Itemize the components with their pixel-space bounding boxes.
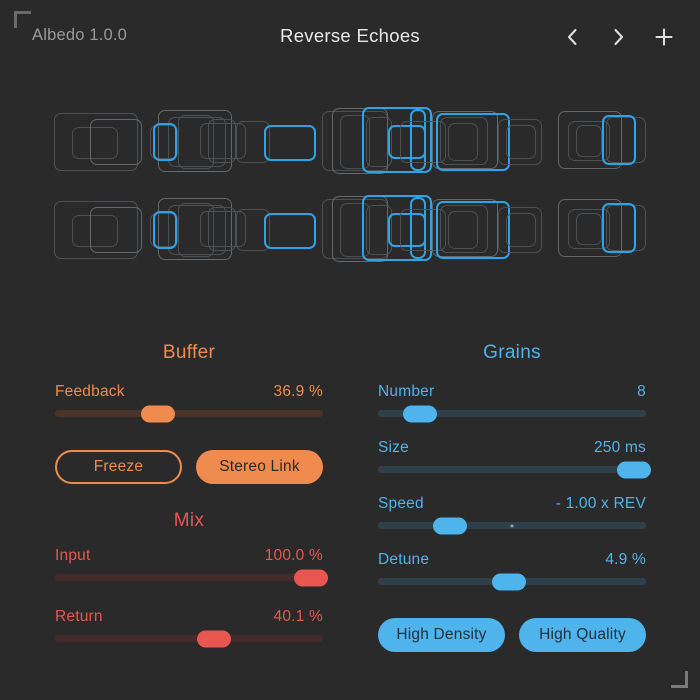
size-slider-thumb[interactable] (616, 461, 651, 478)
add-preset-button[interactable] (650, 22, 678, 52)
speed-label: Speed (378, 495, 424, 512)
preset-navigation (558, 22, 678, 52)
detune-label: Detune (378, 551, 430, 568)
speed-parameter: Speed - 1.00 x REV (378, 495, 646, 539)
grain-window (506, 213, 536, 247)
input-parameter: Input 100.0 % (55, 547, 328, 591)
grain-window (208, 119, 236, 163)
feedback-label: Feedback (55, 383, 125, 400)
return-slider[interactable] (55, 630, 323, 647)
detune-slider[interactable] (378, 573, 646, 590)
plugin-window: Albedo 1.0.0 Reverse Echoes Buffer Feedb… (0, 0, 700, 700)
grains-toggle-row: High Density High Quality (378, 618, 646, 652)
grain-window (90, 207, 142, 253)
return-slider-thumb[interactable] (197, 630, 232, 647)
input-value: 100.0 % (264, 547, 323, 564)
input-slider[interactable] (55, 569, 328, 586)
detune-slider-thumb[interactable] (492, 573, 527, 590)
grain-window (602, 115, 636, 165)
number-value: 8 (637, 383, 646, 400)
stereo-link-button[interactable]: Stereo Link (196, 450, 323, 484)
input-label: Input (55, 547, 91, 564)
grain-window (602, 203, 636, 253)
high-density-button[interactable]: High Density (378, 618, 505, 652)
feedback-parameter: Feedback 36.9 % (55, 383, 323, 427)
freeze-button[interactable]: Freeze (55, 450, 182, 484)
feedback-slider-thumb[interactable] (141, 405, 176, 422)
size-label: Size (378, 439, 409, 456)
next-preset-button[interactable] (604, 22, 632, 52)
grains-section-title: Grains (483, 342, 541, 363)
detune-value: 4.9 % (605, 551, 646, 568)
detune-parameter: Detune 4.9 % (378, 551, 646, 595)
grain-window (264, 213, 316, 249)
plus-icon (655, 28, 673, 46)
grain-visualizer-row-left (50, 105, 650, 179)
header-bar: Albedo 1.0.0 Reverse Echoes (0, 0, 700, 74)
speed-slider[interactable] (378, 517, 646, 534)
feedback-slider[interactable] (55, 405, 323, 422)
size-slider[interactable] (378, 461, 651, 478)
number-label: Number (378, 383, 435, 400)
return-value: 40.1 % (273, 608, 323, 625)
size-value: 250 ms (593, 439, 646, 456)
grain-window (264, 125, 316, 161)
number-parameter: Number 8 (378, 383, 646, 427)
grain-visualizer-row-right (50, 193, 650, 267)
speed-value: - 1.00 x REV (555, 495, 646, 512)
mix-section-title: Mix (173, 510, 205, 531)
size-parameter: Size 250 ms (378, 439, 651, 483)
grain-window (506, 125, 536, 159)
grain-window (576, 213, 602, 245)
grain-window (153, 123, 177, 161)
buffer-section-title: Buffer (162, 342, 216, 363)
high-quality-button[interactable]: High Quality (519, 618, 646, 652)
number-slider[interactable] (378, 405, 646, 422)
grain-visualizer (50, 105, 650, 273)
return-parameter: Return 40.1 % (55, 608, 323, 652)
chevron-right-icon (613, 28, 623, 46)
previous-preset-button[interactable] (558, 22, 586, 52)
corner-bracket-bottom-right-icon[interactable] (671, 671, 688, 688)
number-slider-thumb[interactable] (402, 405, 437, 422)
return-label: Return (55, 608, 103, 625)
feedback-value: 36.9 % (273, 383, 323, 400)
chevron-left-icon (567, 28, 577, 46)
grain-window (208, 207, 236, 251)
input-slider-thumb[interactable] (293, 569, 328, 586)
grain-window (153, 211, 177, 249)
grain-window (576, 125, 602, 157)
buffer-toggle-row: Freeze Stereo Link (55, 450, 323, 484)
speed-slider-thumb[interactable] (433, 517, 468, 534)
grain-window (90, 119, 142, 165)
speed-center-detent (510, 524, 514, 527)
